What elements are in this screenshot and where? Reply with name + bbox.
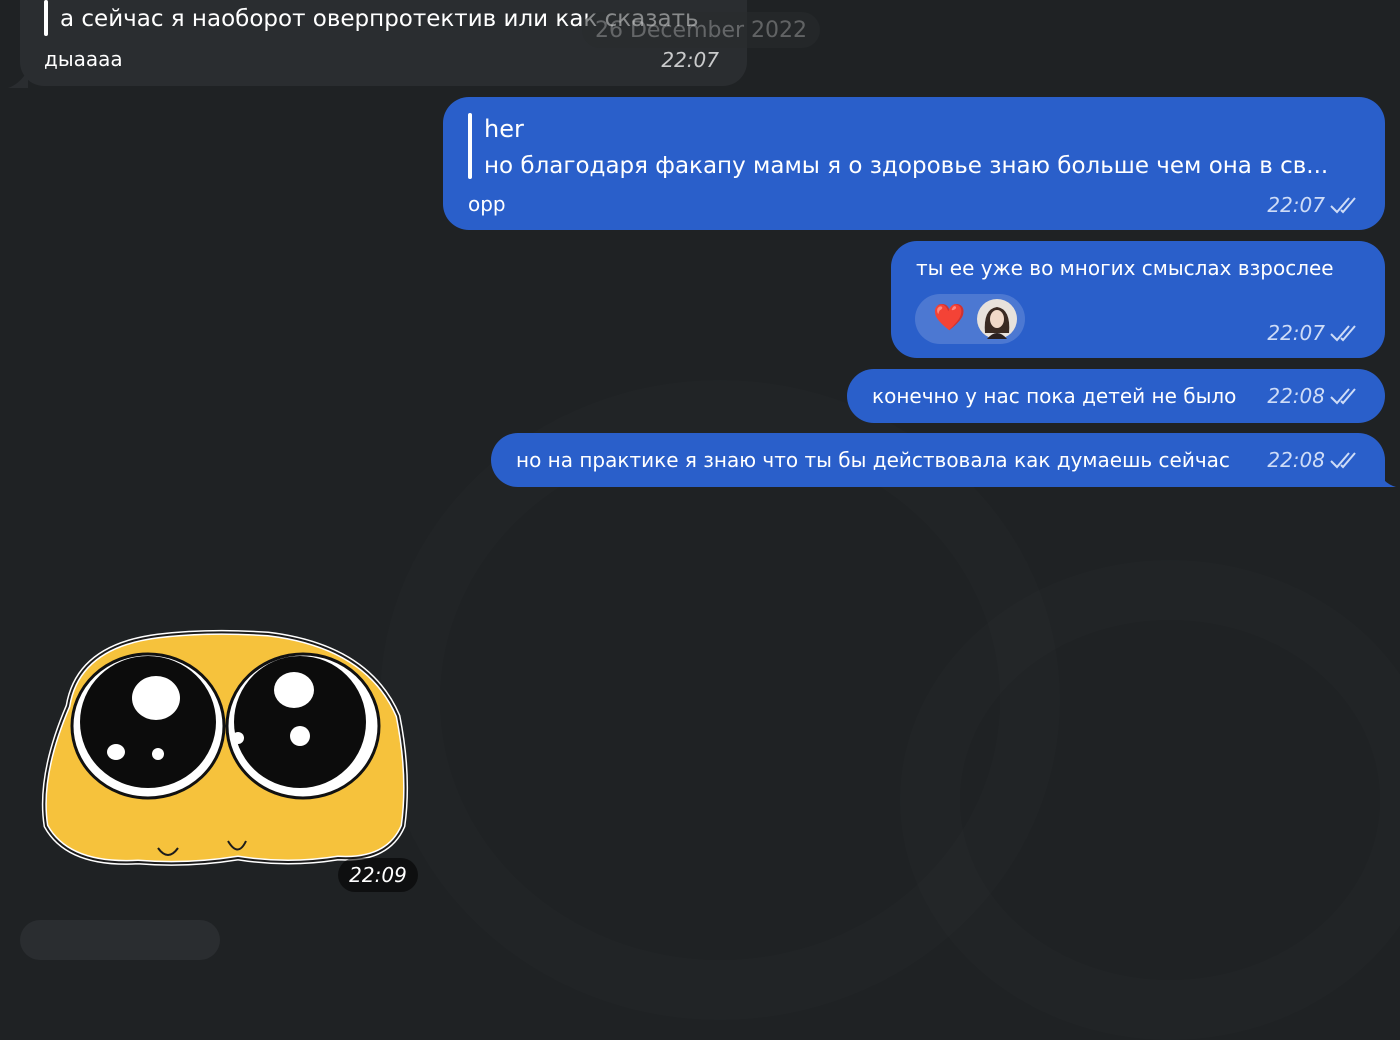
time-label: 22:08 bbox=[1267, 448, 1325, 472]
incoming-message[interactable] bbox=[20, 920, 220, 960]
double-check-icon bbox=[1330, 452, 1356, 469]
message-time: 22:08 bbox=[1267, 384, 1359, 408]
reply-quote-author: her bbox=[484, 115, 524, 143]
outgoing-message[interactable]: конечно у нас пока детей не было 22:08 bbox=[847, 369, 1385, 423]
time-label: 22:07 bbox=[1267, 193, 1325, 217]
background-pattern bbox=[900, 560, 1400, 1040]
sticker-message[interactable]: 22:09 bbox=[38, 626, 418, 894]
outgoing-message[interactable]: но на практике я знаю что ты бы действов… bbox=[491, 433, 1385, 487]
time-label: 22:07 bbox=[1267, 321, 1325, 345]
sticker-time-badge: 22:09 bbox=[338, 858, 418, 892]
double-check-icon bbox=[1330, 388, 1356, 405]
message-time: 22:08 bbox=[1267, 448, 1359, 472]
outgoing-message[interactable]: her но благодаря факапу мамы я о здоровь… bbox=[443, 97, 1385, 230]
time-label: 22:08 bbox=[1267, 384, 1325, 408]
message-time: 22:07 bbox=[661, 48, 719, 72]
message-text: дыаааа bbox=[44, 47, 123, 71]
bubble-tail bbox=[1378, 469, 1396, 487]
message-text: орр bbox=[468, 192, 506, 216]
quote-bar bbox=[44, 0, 48, 36]
double-check-icon bbox=[1330, 325, 1356, 342]
outgoing-message[interactable]: ты ее уже во многих смыслах взрослее ❤️ … bbox=[891, 241, 1385, 358]
message-text: ты ее уже во многих смыслах взрослее bbox=[916, 256, 1334, 280]
reply-quote-text: но благодаря факапу мамы я о здоровье зн… bbox=[484, 153, 1329, 179]
message-time: 22:07 bbox=[1267, 321, 1359, 345]
double-check-icon bbox=[1330, 197, 1356, 214]
message-text: конечно у нас пока детей не было bbox=[872, 384, 1237, 408]
date-badge: 26 December 2022 bbox=[582, 12, 820, 48]
bubble-tail bbox=[8, 70, 28, 88]
message-text: но на практике я знаю что ты бы действов… bbox=[516, 448, 1230, 472]
avatar-icon bbox=[977, 299, 1017, 339]
pleading-face-sticker bbox=[41, 629, 409, 866]
time-label: 22:07 bbox=[661, 48, 719, 72]
reaction-chip[interactable]: ❤️ bbox=[915, 294, 1025, 344]
heart-reaction-icon: ❤️ bbox=[933, 303, 966, 333]
reply-quote-bar bbox=[468, 113, 472, 179]
date-badge-label: 26 December 2022 bbox=[594, 17, 808, 43]
time-label: 22:09 bbox=[349, 863, 407, 887]
message-time: 22:07 bbox=[1267, 193, 1359, 217]
